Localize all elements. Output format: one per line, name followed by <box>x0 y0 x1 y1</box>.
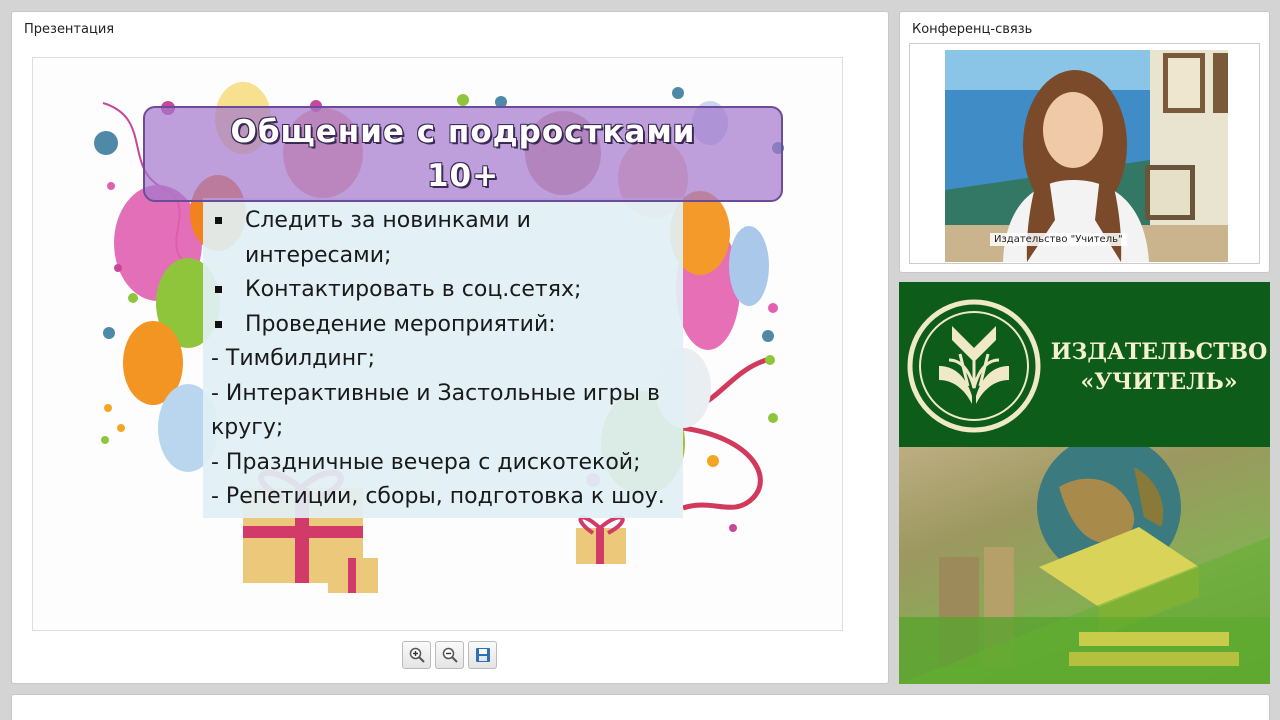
dash-item: - Тимбилдинг; <box>211 346 376 371</box>
bottom-bar <box>11 694 1270 720</box>
zoom-in-icon <box>409 647 425 663</box>
slide-title-line2: 10+ <box>426 158 500 194</box>
books-globe-image <box>899 447 1270 684</box>
publisher-name: ИЗДАТЕЛЬСТВО «УЧИТЕЛЬ» <box>1049 337 1269 397</box>
bullet-item: Следить за новинками и <box>211 204 711 239</box>
save-icon <box>475 648 490 662</box>
slide-title: Общение с подростками 10+ <box>143 110 783 198</box>
presentation-slide: Общение с подростками 10+ Следить за нов… <box>32 57 843 631</box>
publisher-banner-top: ИЗДАТЕЛЬСТВО «УЧИТЕЛЬ» <box>899 282 1270 447</box>
save-button[interactable] <box>468 641 497 669</box>
presentation-panel: Презентация Общение с подростками 10+ Сл… <box>11 11 889 684</box>
bullet-item-continuation: интересами; <box>211 239 711 274</box>
bullet-item: Проведение мероприятий: <box>211 308 711 343</box>
video-frame[interactable]: Издательство "Учитель" <box>909 43 1260 264</box>
presentation-toolbar <box>402 641 497 669</box>
bullet-square-icon <box>215 217 222 224</box>
bullet-text: интересами; <box>245 242 392 268</box>
dash-item: кругу; <box>211 415 284 440</box>
bullet-square-icon <box>215 286 222 293</box>
bullet-text: Следить за новинками и <box>245 208 531 233</box>
bullet-text: Проведение мероприятий: <box>245 311 556 337</box>
presentation-panel-title: Презентация <box>24 22 115 37</box>
participant-video-image <box>945 50 1228 262</box>
slide-title-line1: Общение с подростками <box>230 114 696 150</box>
zoom-out-icon <box>442 647 458 663</box>
publisher-name-line2: «УЧИТЕЛЬ» <box>1080 369 1238 395</box>
slide-bullet-list: Следить за новинками и интересами; Конта… <box>211 204 711 515</box>
publisher-banner: ИЗДАТЕЛЬСТВО «УЧИТЕЛЬ» <box>899 282 1270 684</box>
dash-item: - Праздничные вечера с дискотекой; <box>211 449 641 475</box>
bullet-text: Контактировать в соц.сетях; <box>245 277 582 302</box>
conference-panel-title: Конференц-связь <box>912 22 1033 37</box>
conference-panel: Конференц-связь Издательство "Учитель" <box>899 11 1270 273</box>
participant-label: Издательство "Учитель" <box>990 233 1127 246</box>
publisher-banner-image <box>899 447 1270 684</box>
dash-item: - Репетиции, сборы, подготовка к шоу. <box>211 484 665 509</box>
bullet-item: Контактировать в соц.сетях; <box>211 273 711 308</box>
bullet-square-icon <box>215 320 222 328</box>
zoom-in-button[interactable] <box>402 641 431 669</box>
zoom-out-button[interactable] <box>435 641 464 669</box>
publisher-name-line1: ИЗДАТЕЛЬСТВО <box>1050 339 1268 365</box>
publisher-logo-icon <box>907 299 1041 433</box>
participant-video <box>945 50 1228 262</box>
dash-item: - Интерактивные и Застольные игры в <box>211 380 660 406</box>
